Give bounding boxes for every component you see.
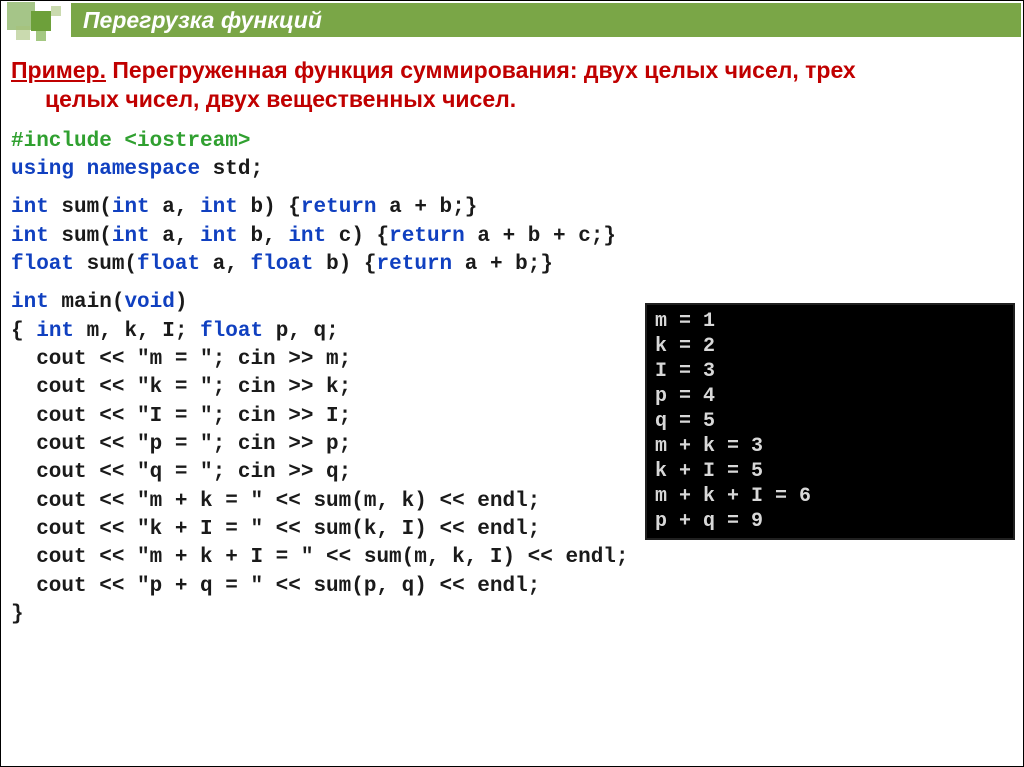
code-line: cout << "k + I = " << sum(k, I) << endl;	[11, 518, 540, 541]
kw: float	[200, 320, 276, 343]
txt: a + b;}	[465, 253, 553, 276]
kw-namespace: namespace	[87, 158, 213, 181]
txt: {	[11, 320, 36, 343]
output-line: I = 3	[655, 359, 1005, 384]
kw-using: using	[11, 158, 87, 181]
kw: int	[112, 196, 162, 219]
txt: b,	[251, 225, 289, 248]
txt: b) {	[326, 253, 376, 276]
std-text: std;	[213, 158, 263, 181]
code-line: cout << "p = "; cin >> p;	[11, 433, 351, 456]
kw: int	[11, 196, 61, 219]
txt: b) {	[251, 196, 301, 219]
code-line: cout << "p + q = " << sum(p, q) << endl;	[11, 575, 540, 598]
code-prototypes: int sum(int a, int b) {return a + b;} in…	[11, 194, 1015, 279]
include-directive: #include	[11, 130, 112, 153]
deco-square	[16, 26, 30, 40]
txt: a + b + c;}	[477, 225, 616, 248]
example-label: Пример.	[11, 57, 106, 83]
kw: return	[301, 196, 389, 219]
kw: return	[389, 225, 477, 248]
code-line: cout << "m + k = " << sum(m, k) << endl;	[11, 490, 540, 513]
decorative-squares	[1, 1, 71, 46]
txt: main(	[61, 291, 124, 314]
kw: float	[250, 253, 326, 276]
txt: sum(	[61, 225, 111, 248]
txt: a,	[213, 253, 251, 276]
example-intro: Пример. Перегруженная функция суммирован…	[11, 56, 1015, 114]
output-line: m = 1	[655, 309, 1005, 334]
kw: int	[200, 196, 250, 219]
kw: return	[377, 253, 465, 276]
kw: int	[200, 225, 250, 248]
code-line: cout << "q = "; cin >> q;	[11, 461, 351, 484]
output-line: p + q = 9	[655, 509, 1005, 534]
code-line: cout << "m + k + I = " << sum(m, k, I) <…	[11, 546, 629, 569]
txt: a,	[162, 196, 200, 219]
txt: m, k, I;	[87, 320, 200, 343]
deco-square	[31, 11, 51, 31]
intro-text-2: целых чисел, двух вещественных чисел.	[11, 85, 1015, 114]
code-line: cout << "I = "; cin >> I;	[11, 405, 351, 428]
code-line: cout << "k = "; cin >> k;	[11, 376, 351, 399]
output-line: m + k + I = 6	[655, 484, 1005, 509]
kw: int	[288, 225, 338, 248]
include-header: <iostream>	[112, 130, 251, 153]
output-line: m + k = 3	[655, 434, 1005, 459]
console-output: m = 1 k = 2 I = 3 p = 4 q = 5 m + k = 3 …	[645, 303, 1015, 540]
txt: sum(	[61, 196, 111, 219]
output-line: k = 2	[655, 334, 1005, 359]
code-line: }	[11, 603, 24, 626]
output-line: p = 4	[655, 384, 1005, 409]
slide-title: Перегрузка функций	[71, 3, 1021, 37]
kw: float	[137, 253, 213, 276]
txt: sum(	[87, 253, 137, 276]
txt: p, q;	[276, 320, 339, 343]
kw: int	[11, 225, 61, 248]
code-line: cout << "m = "; cin >> m;	[11, 348, 351, 371]
txt: a,	[162, 225, 200, 248]
txt: a + b;}	[389, 196, 477, 219]
kw: int	[112, 225, 162, 248]
kw: void	[124, 291, 174, 314]
output-line: k + I = 5	[655, 459, 1005, 484]
code-header: #include <iostream> using namespace std;	[11, 128, 1015, 185]
kw: int	[11, 291, 61, 314]
deco-square	[51, 6, 61, 16]
kw: float	[11, 253, 87, 276]
deco-square	[36, 31, 46, 41]
kw: int	[36, 320, 86, 343]
slide-frame: Перегрузка функций Пример. Перегруженная…	[0, 0, 1024, 767]
txt: )	[175, 291, 188, 314]
txt: c) {	[339, 225, 389, 248]
output-line: q = 5	[655, 409, 1005, 434]
intro-text-1: Перегруженная функция суммирования: двух…	[106, 57, 856, 83]
